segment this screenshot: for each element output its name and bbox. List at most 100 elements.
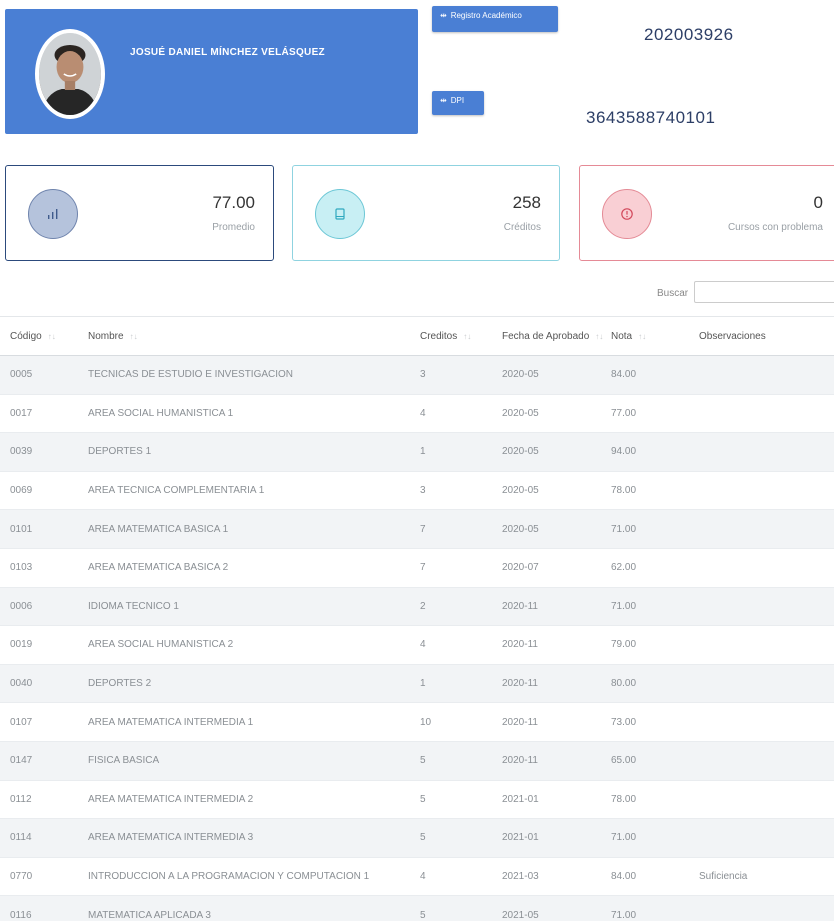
sort-arrows-icon[interactable]: ↑↓ [463, 332, 471, 341]
table-cell: 2020-05 [492, 509, 601, 549]
table-cell: AREA TECNICA COMPLEMENTARIA 1 [78, 471, 410, 511]
table-cell: 94.00 [601, 432, 689, 472]
table-cell: 4 [410, 625, 492, 665]
table-header-row: Código ↑↓ Nombre ↑↓ Creditos ↑↓ Fecha de Aprob… [0, 316, 834, 356]
table-cell: 80.00 [601, 664, 689, 704]
table-cell: 2021-01 [492, 780, 601, 820]
alert-circle-icon [621, 208, 633, 220]
table-cell: 0101 [0, 509, 78, 549]
table-cell: 84.00 [601, 355, 689, 395]
table-cell: 4 [410, 394, 492, 434]
table-cell [689, 895, 834, 921]
dpi-value: 3643588740101 [586, 108, 716, 127]
table-cell: AREA MATEMATICA INTERMEDIA 1 [78, 702, 410, 742]
sort-arrows-icon[interactable]: ↑↓ [48, 332, 56, 341]
table-cell: 71.00 [601, 895, 689, 921]
table-cell [689, 548, 834, 588]
table-row: 0770 INTRODUCCION A LA PROGRAMACION Y COM… [0, 857, 834, 897]
search-input[interactable] [694, 281, 834, 303]
column-header-label: Nombre [88, 330, 124, 342]
problema-label: Cursos con problema [727, 222, 823, 233]
table-cell: 0006 [0, 587, 78, 627]
registro-label: Registro Académico [450, 11, 522, 20]
dpi-label: DPI [450, 96, 465, 105]
table-row: 0006 IDIOMA TECNICO 1 2 2020-11 71.00 [0, 587, 834, 627]
table-cell: 2020-11 [492, 664, 601, 704]
table-cell: 2020-07 [492, 548, 601, 588]
column-header-4[interactable]: Nota ↑↓ [601, 316, 689, 356]
student-name: JOSUÉ DANIEL MÍNCHEZ VELÁSQUEZ [130, 47, 325, 58]
table-cell: 2021-05 [492, 895, 601, 921]
dpi-tag: ⇹ DPI [432, 91, 484, 115]
table-cell [689, 509, 834, 549]
table-cell: 2020-05 [492, 471, 601, 511]
problema-value: 0 [813, 193, 823, 212]
table-cell [689, 432, 834, 472]
table-cell [689, 471, 834, 511]
table-row: 0040 DEPORTES 2 1 2020-11 80.00 [0, 664, 834, 704]
table-cell [689, 394, 834, 434]
table-cell: 5 [410, 780, 492, 820]
book-icon [335, 208, 345, 220]
table-row: 0114 AREA MATEMATICA INTERMEDIA 3 5 2021-01… [0, 818, 834, 858]
table-cell: IDIOMA TECNICO 1 [78, 587, 410, 627]
table-cell: FISICA BASICA [78, 741, 410, 781]
table-row: 0019 AREA SOCIAL HUMANISTICA 2 4 2020-11 79.… [0, 625, 834, 665]
table-cell: 73.00 [601, 702, 689, 742]
table-cell: 71.00 [601, 818, 689, 858]
column-header-0[interactable]: Código ↑↓ [0, 316, 78, 356]
table-cell: 77.00 [601, 394, 689, 434]
table-cell: 5 [410, 741, 492, 781]
creditos-card: 258 Créditos [292, 165, 560, 261]
table-cell: 79.00 [601, 625, 689, 665]
table-cell: 0770 [0, 857, 78, 897]
sort-arrows-icon[interactable]: ↑↓ [130, 332, 138, 341]
table-cell: 5 [410, 895, 492, 921]
table-row: 0039 DEPORTES 1 1 2020-05 94.00 [0, 432, 834, 472]
table-cell: 2020-05 [492, 394, 601, 434]
table-cell [689, 355, 834, 395]
column-header-label: Nota [611, 330, 633, 342]
column-header-label: Creditos [420, 330, 458, 342]
table-cell: 0147 [0, 741, 78, 781]
table-cell: AREA SOCIAL HUMANISTICA 2 [78, 625, 410, 665]
promedio-icon-circle [28, 189, 78, 239]
profile-card: JOSUÉ DANIEL MÍNCHEZ VELÁSQUEZ [5, 9, 418, 134]
column-header-label: Código [10, 330, 42, 342]
table-cell: 0040 [0, 664, 78, 704]
table-cell [689, 741, 834, 781]
column-header-2[interactable]: Creditos ↑↓ [410, 316, 492, 356]
table-cell: 0017 [0, 394, 78, 434]
table-cell: 1 [410, 432, 492, 472]
bar-chart-icon [48, 209, 58, 219]
table-row: 0069 AREA TECNICA COMPLEMENTARIA 1 3 2020-0… [0, 471, 834, 511]
table-cell: 10 [410, 702, 492, 742]
table-cell: TECNICAS DE ESTUDIO E INVESTIGACION [78, 355, 410, 395]
arrow-left-right-icon: ⇹ [440, 11, 447, 20]
search-label: Buscar [657, 288, 689, 299]
column-header-5[interactable]: Observaciones [689, 316, 834, 356]
table-cell: 0019 [0, 625, 78, 665]
table-cell: INTRODUCCION A LA PROGRAMACION Y COMPUTA… [78, 857, 410, 897]
column-header-3[interactable]: Fecha de Aprobado ↑↓ [492, 316, 603, 356]
table-row: 0147 FISICA BASICA 5 2020-11 65.00 [0, 741, 834, 781]
column-header-1[interactable]: Nombre ↑↓ [78, 316, 410, 356]
table-cell: 62.00 [601, 548, 689, 588]
table-cell: 2020-11 [492, 741, 601, 781]
table-cell: 0039 [0, 432, 78, 472]
courses-table: Código ↑↓ Nombre ↑↓ Creditos ↑↓ Fecha de Aprob… [0, 316, 834, 921]
table-cell: 2021-03 [492, 857, 601, 897]
table-cell [689, 625, 834, 665]
table-cell [689, 702, 834, 742]
table-cell: MATEMATICA APLICADA 3 [78, 895, 410, 921]
table-cell: 0069 [0, 471, 78, 511]
table-cell [689, 780, 834, 820]
table-cell: 3 [410, 471, 492, 511]
table-cell: 78.00 [601, 780, 689, 820]
table-cell: 2021-01 [492, 818, 601, 858]
table-cell [689, 818, 834, 858]
table-row: 0103 AREA MATEMATICA BASICA 2 7 2020-07 62.0… [0, 548, 834, 588]
sort-arrows-icon[interactable]: ↑↓ [638, 332, 646, 341]
table-cell: 3 [410, 355, 492, 395]
table-cell: 84.00 [601, 857, 689, 897]
